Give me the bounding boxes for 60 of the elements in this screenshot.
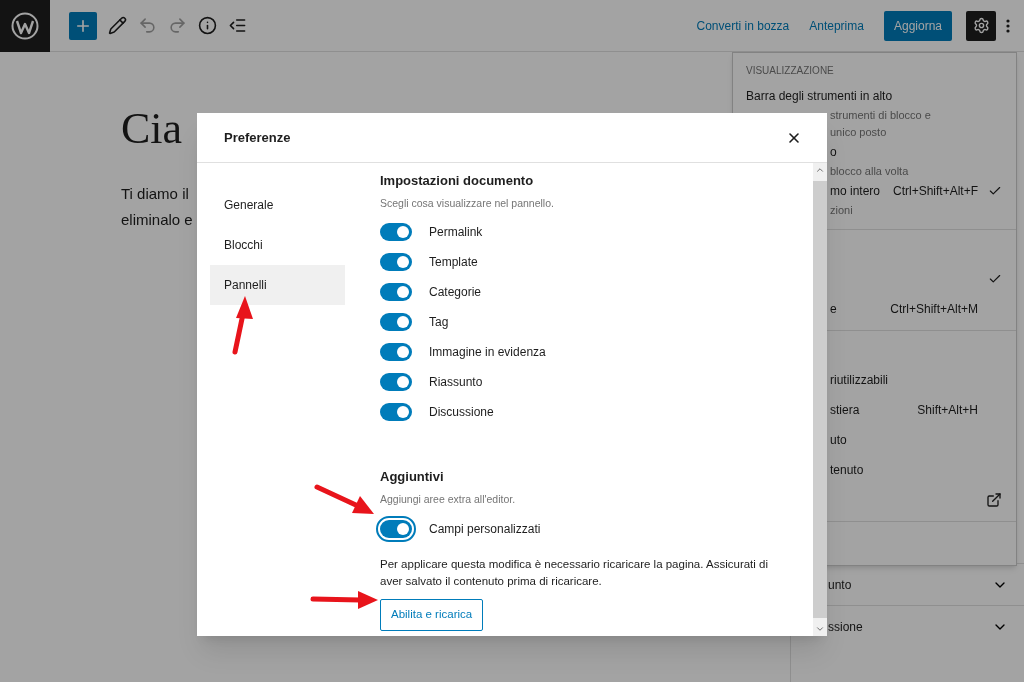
update-button[interactable]: Aggiorna xyxy=(883,10,952,41)
add-block-button[interactable] xyxy=(69,11,97,40)
preferences-tab[interactable]: Pannelli xyxy=(210,265,345,305)
menu-item-description: unico posto xyxy=(830,125,887,141)
toggle-label: Permalink xyxy=(429,224,483,242)
paragraph-text: eliminalo e xyxy=(121,210,193,230)
checkmark-icon xyxy=(988,272,1002,286)
toggle-label: Campi personalizzati xyxy=(429,520,541,538)
paragraph-text: Ti diamo il xyxy=(121,184,189,204)
section-title: Impostazioni documento xyxy=(380,172,535,190)
preferences-tab[interactable]: Blocchi xyxy=(210,225,345,265)
section-title: Aggiuntivi xyxy=(380,468,445,487)
menu-item[interactable]: mo intero Ctrl+Shift+Alt+F xyxy=(830,180,1002,202)
redo-icon xyxy=(167,16,187,35)
toggle-label: Immagine in evidenza xyxy=(429,344,546,362)
toggle-switch[interactable] xyxy=(380,253,412,272)
scroll-down-icon[interactable] xyxy=(815,624,825,634)
toggle-switch[interactable] xyxy=(380,313,412,332)
menu-item[interactable]: e Ctrl+Shift+Alt+M xyxy=(830,294,1002,324)
dialog-title: Preferenze xyxy=(224,128,292,147)
checkmark-icon xyxy=(988,184,1002,198)
section-description: Aggiungi aree extra all'editor. xyxy=(380,491,517,507)
scrollbar[interactable] xyxy=(813,163,827,636)
toggle-label: Riassunto xyxy=(429,374,483,392)
info-icon xyxy=(197,16,217,35)
logo-icon[interactable] xyxy=(0,0,50,52)
section-description: Scegli cosa visualizzare nel pannello. xyxy=(380,195,555,211)
settings-button[interactable] xyxy=(966,10,996,41)
settings-icon xyxy=(972,17,990,34)
toggle-switch[interactable] xyxy=(380,373,412,392)
enable-reload-button[interactable]: Abilita e ricarica xyxy=(380,598,484,631)
toggle-label: Discussione xyxy=(429,404,494,422)
menu-item-description: strumenti di blocco e xyxy=(830,108,931,124)
undo-icon xyxy=(137,16,157,35)
toggle-switch[interactable] xyxy=(380,223,412,242)
reload-notice: Per applicare questa modifica è necessario ricaricare la pagina. Assicurati di aver salvato il contenuto prima di ricaricare. xyxy=(380,556,769,589)
list-view-icon xyxy=(227,16,247,35)
external-link-icon[interactable] xyxy=(986,492,1002,508)
menu-item[interactable]: tenuto xyxy=(830,455,1002,485)
toggle-switch[interactable] xyxy=(380,283,412,302)
menu-item-description: blocco alla volta xyxy=(830,164,909,180)
menu-heading: VISUALIZZAZIONE xyxy=(746,63,834,78)
menu-item[interactable]: Barra degli strumenti in alto xyxy=(746,85,1002,107)
preferences-tab[interactable]: Generale xyxy=(210,185,345,225)
toolbar-link[interactable]: Anteprima xyxy=(809,16,864,35)
toggle-label: Categorie xyxy=(429,284,482,302)
toggle-switch[interactable] xyxy=(380,403,412,422)
more-icon xyxy=(1006,18,1010,33)
annotation-arrow xyxy=(308,589,380,611)
menu-item[interactable]: stiera Shift+Alt+H xyxy=(830,395,1002,425)
menu-item[interactable]: o xyxy=(830,141,1002,163)
menu-item[interactable]: riutilizzabili xyxy=(830,365,1002,395)
toggle-label: Tag xyxy=(429,314,449,332)
scroll-up-icon[interactable] xyxy=(815,165,825,175)
toggle-label: Template xyxy=(429,254,478,272)
menu-item[interactable]: uto xyxy=(830,425,1002,455)
pencil-icon xyxy=(107,16,127,35)
toolbar-link[interactable]: Converti in bozza xyxy=(696,16,790,35)
toggle-switch[interactable] xyxy=(380,343,412,362)
menu-item-description: zioni xyxy=(830,203,853,219)
